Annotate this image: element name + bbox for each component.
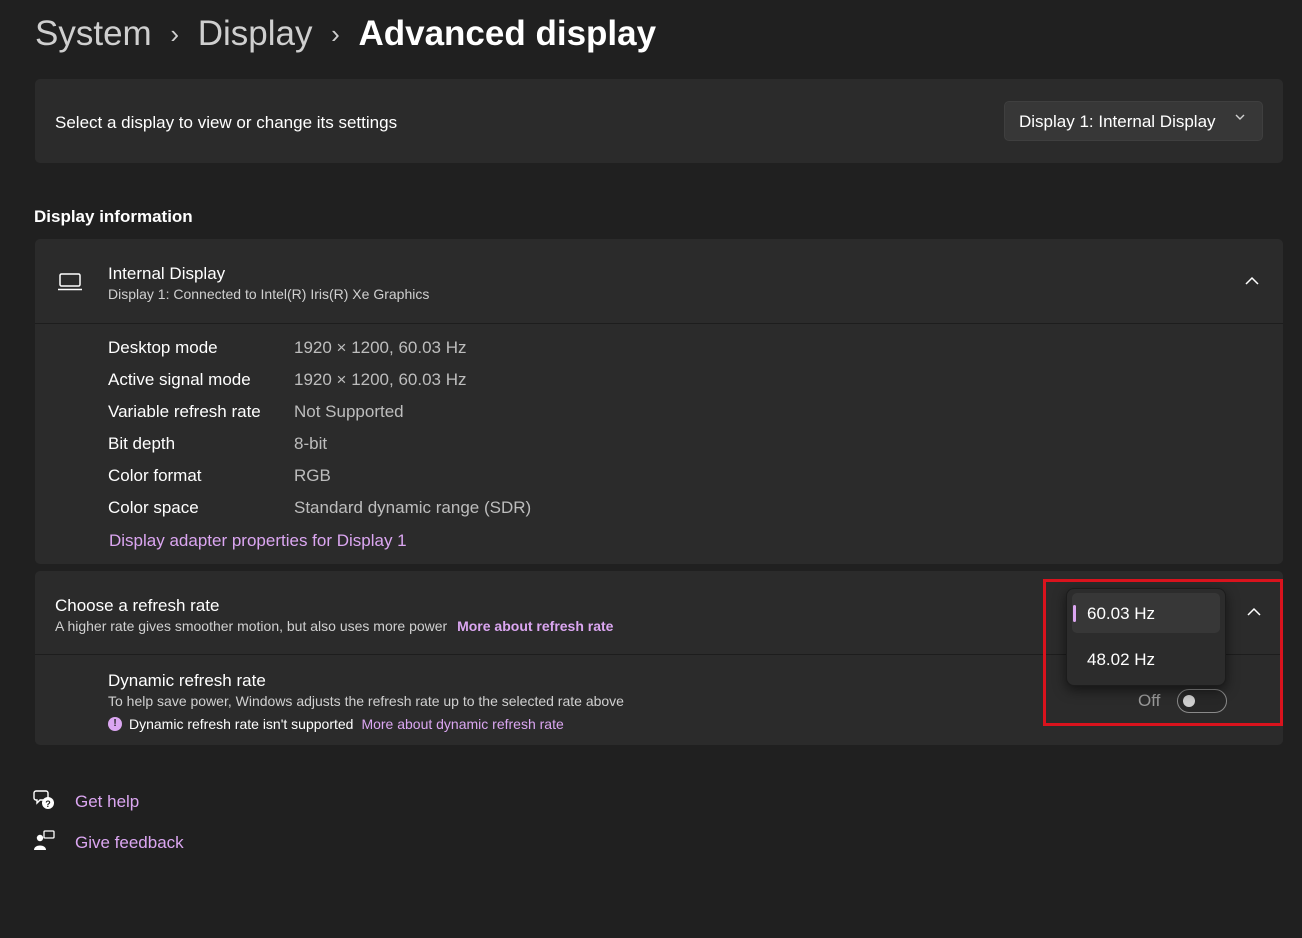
display-select-label: Select a display to view or change its s… bbox=[55, 113, 398, 132]
give-feedback-link[interactable]: Give feedback bbox=[75, 833, 184, 853]
info-value: 8-bit bbox=[294, 434, 328, 453]
display-name: Internal Display bbox=[108, 264, 226, 283]
display-info-rows: Desktop mode 1920 × 1200, 60.03 Hz Activ… bbox=[108, 338, 531, 530]
dynamic-refresh-note-text: Dynamic refresh rate isn't supported bbox=[129, 716, 354, 732]
dynamic-refresh-title: Dynamic refresh rate bbox=[108, 671, 266, 690]
info-row-desktop-mode: Desktop mode 1920 × 1200, 60.03 Hz bbox=[108, 338, 531, 370]
highlight-annotation bbox=[1043, 579, 1283, 726]
chevron-down-icon bbox=[1234, 110, 1246, 126]
page-title: Advanced display bbox=[358, 14, 657, 53]
info-icon: ! bbox=[108, 717, 122, 731]
info-value: Not Supported bbox=[294, 402, 404, 421]
display-connection: Display 1: Connected to Intel(R) Iris(R)… bbox=[108, 286, 430, 302]
info-key: Bit depth bbox=[108, 434, 176, 453]
info-value: 1920 × 1200, 60.03 Hz bbox=[294, 370, 467, 389]
display-dropdown[interactable]: Display 1: Internal Display bbox=[1004, 101, 1263, 141]
get-help-icon: ? bbox=[33, 789, 55, 816]
refresh-rate-description: A higher rate gives smoother motion, but… bbox=[55, 618, 448, 634]
display-dropdown-value: Display 1: Internal Display bbox=[1019, 112, 1216, 131]
info-row-variable-refresh-rate: Variable refresh rate Not Supported bbox=[108, 402, 531, 434]
get-help-link[interactable]: Get help bbox=[75, 792, 139, 812]
info-row-active-signal-mode: Active signal mode 1920 × 1200, 60.03 Hz bbox=[108, 370, 531, 402]
info-value: Standard dynamic range (SDR) bbox=[294, 498, 532, 517]
info-row-color-format: Color format RGB bbox=[108, 466, 531, 498]
refresh-rate-title: Choose a refresh rate bbox=[55, 596, 220, 615]
breadcrumb: System › Display › Advanced display bbox=[35, 12, 656, 56]
display-adapter-properties-link[interactable]: Display adapter properties for Display 1 bbox=[109, 531, 407, 551]
info-key: Desktop mode bbox=[108, 338, 218, 357]
info-value: 1920 × 1200, 60.03 Hz bbox=[294, 338, 467, 357]
display-information-heading: Display information bbox=[34, 207, 193, 226]
chevron-up-icon[interactable] bbox=[1245, 273, 1259, 291]
display-information-card: Internal Display Display 1: Connected to… bbox=[35, 239, 1283, 564]
breadcrumb-display[interactable]: Display bbox=[198, 14, 313, 54]
info-key: Color space bbox=[108, 498, 199, 517]
more-about-refresh-rate-link[interactable]: More about refresh rate bbox=[457, 618, 613, 634]
breadcrumb-system[interactable]: System bbox=[35, 14, 152, 54]
info-key: Color format bbox=[108, 466, 202, 485]
info-key: Active signal mode bbox=[108, 370, 251, 389]
info-value: RGB bbox=[294, 466, 331, 485]
laptop-icon bbox=[57, 273, 83, 296]
dynamic-refresh-subtitle: To help save power, Windows adjusts the … bbox=[108, 693, 624, 709]
display-select-card: Select a display to view or change its s… bbox=[35, 79, 1283, 163]
info-key: Variable refresh rate bbox=[108, 402, 261, 421]
info-row-bit-depth: Bit depth 8-bit bbox=[108, 434, 531, 466]
breadcrumb-separator-2: › bbox=[331, 18, 340, 49]
breadcrumb-separator-1: › bbox=[170, 18, 180, 49]
svg-text:?: ? bbox=[45, 799, 51, 809]
refresh-rate-subtitle: A higher rate gives smoother motion, but… bbox=[55, 618, 613, 634]
info-row-color-space: Color space Standard dynamic range (SDR) bbox=[108, 498, 531, 530]
feedback-icon bbox=[33, 830, 55, 857]
dynamic-refresh-note: ! Dynamic refresh rate isn't supported M… bbox=[108, 716, 564, 732]
more-about-dynamic-refresh-link[interactable]: More about dynamic refresh rate bbox=[361, 716, 563, 732]
display-information-header[interactable]: Internal Display Display 1: Connected to… bbox=[35, 239, 1283, 324]
